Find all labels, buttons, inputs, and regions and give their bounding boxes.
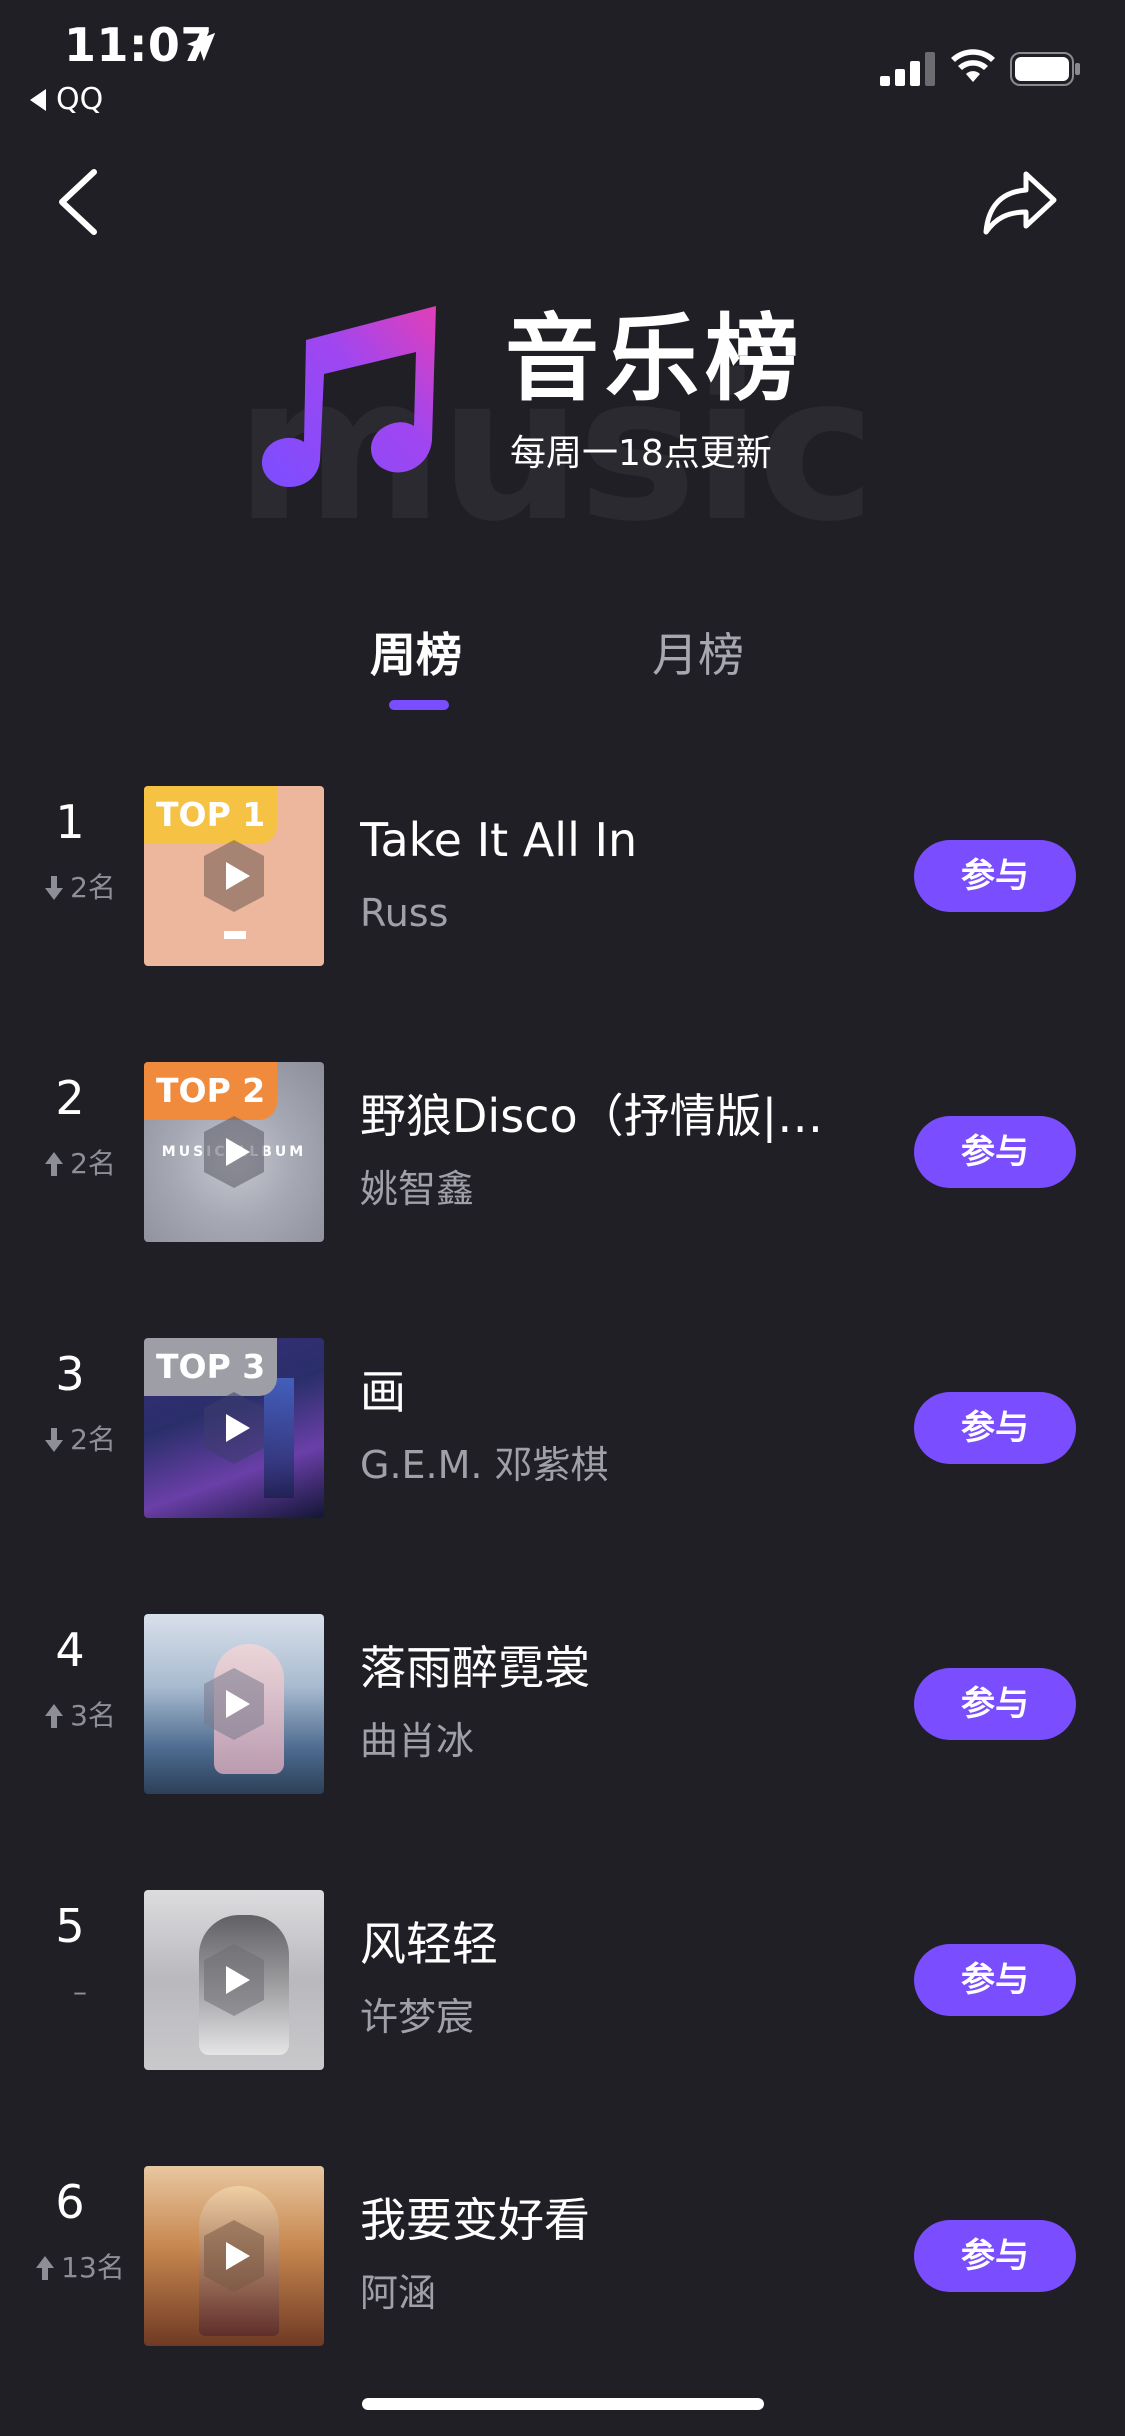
song-title: 风轻轻 [360,1917,498,1971]
rank-number: 3 [55,1347,85,1401]
song-title: 画 [360,1365,406,1419]
rank-number: 2 [55,1071,85,1125]
song-artist: G.E.M. 邓紫棋 [360,1443,609,1487]
rank-number: 4 [55,1623,85,1677]
song-title: 野狼Disco（抒情版|… [360,1089,824,1143]
rank-number: 5 [55,1899,85,1953]
rank-change: 3名 [20,1696,140,1736]
chart-row[interactable]: 4 3名 落雨醉霓裳 曲肖冰 参与 [0,1614,1125,1794]
play-icon[interactable] [194,836,274,916]
back-icon[interactable] [56,168,100,236]
chart-row[interactable]: 3 2名 TOP 3 画 G.E.M. 邓紫棋 参与 [0,1338,1125,1518]
join-button[interactable]: 参与 [914,2220,1076,2292]
arrow-down-icon [45,876,64,900]
active-tab-indicator [389,700,449,710]
play-icon[interactable] [194,1940,274,2020]
album-cover[interactable] [144,1890,324,2070]
song-artist: 姚智鑫 [360,1167,475,1211]
back-triangle-icon [30,88,46,111]
play-icon[interactable] [194,1664,274,1744]
rank-number: 1 [55,795,85,849]
music-note-icon [261,306,436,487]
tab-monthly[interactable]: 月榜 [652,625,744,685]
play-icon[interactable] [194,1112,274,1192]
album-cover[interactable] [144,1614,324,1794]
rank-change-value: 2名 [70,1423,116,1456]
battery-icon [1010,52,1080,86]
chart-row[interactable]: 1 2名 TOP 1 Take It All In Russ 参与 [0,786,1125,966]
arrow-up-icon [36,2256,55,2280]
song-title: Take It All In [360,813,638,867]
play-icon[interactable] [194,2216,274,2296]
album-cover[interactable] [144,2166,324,2346]
cellular-signal-icon [880,52,935,86]
page-subtitle: 每周一18点更新 [510,433,772,474]
album-cover[interactable]: TOP 3 [144,1338,324,1518]
album-cover[interactable]: MUSIC ALBUM TOP 2 [144,1062,324,1242]
wifi-icon [951,49,995,82]
join-button[interactable]: 参与 [914,840,1076,912]
song-artist: 曲肖冰 [360,1719,475,1763]
join-button[interactable]: 参与 [914,1668,1076,1740]
rank-change: 2名 [20,1420,140,1460]
song-artist: 阿涵 [360,2271,437,2315]
tab-weekly[interactable]: 周榜 [370,625,462,685]
rank-change: 2名 [20,1144,140,1184]
chart-row[interactable]: 2 2名 MUSIC ALBUM TOP 2 野狼Disco（抒情版|… 姚智鑫… [0,1062,1125,1242]
song-artist: Russ [360,891,449,935]
rank-change-value: 2名 [70,871,116,904]
rank-change-value: – [73,1975,87,2008]
page-title: 音乐榜 [505,305,806,414]
chart-row[interactable]: 6 13名 我要变好看 阿涵 参与 [0,2166,1125,2346]
join-button[interactable]: 参与 [914,1392,1076,1464]
album-cover[interactable]: TOP 1 [144,786,324,966]
arrow-up-icon [45,1152,64,1176]
rank-change-value: 2名 [70,1147,116,1180]
rank-change: – [20,1972,140,2012]
song-title: 我要变好看 [360,2193,590,2247]
play-icon[interactable] [194,1388,274,1468]
song-title: 落雨醉霓裳 [360,1641,590,1695]
chart-row[interactable]: 5 – 风轻轻 许梦宸 参与 [0,1890,1125,2070]
arrow-down-icon [45,1428,64,1452]
arrow-up-icon [45,1704,64,1728]
song-artist: 许梦宸 [360,1995,475,2039]
rank-number: 6 [55,2175,85,2229]
share-icon[interactable] [982,168,1058,236]
back-to-app-link[interactable]: QQ [30,82,103,117]
rank-change-value: 3名 [70,1699,116,1732]
home-indicator[interactable] [362,2398,764,2410]
location-arrow-icon [186,32,216,62]
rank-change-value: 13名 [61,2251,125,2284]
rank-change: 13名 [20,2248,140,2288]
back-app-label: QQ [56,82,104,117]
rank-change: 2名 [20,868,140,908]
status-bar: 11:07 QQ [0,0,1125,130]
join-button[interactable]: 参与 [914,1944,1076,2016]
join-button[interactable]: 参与 [914,1116,1076,1188]
